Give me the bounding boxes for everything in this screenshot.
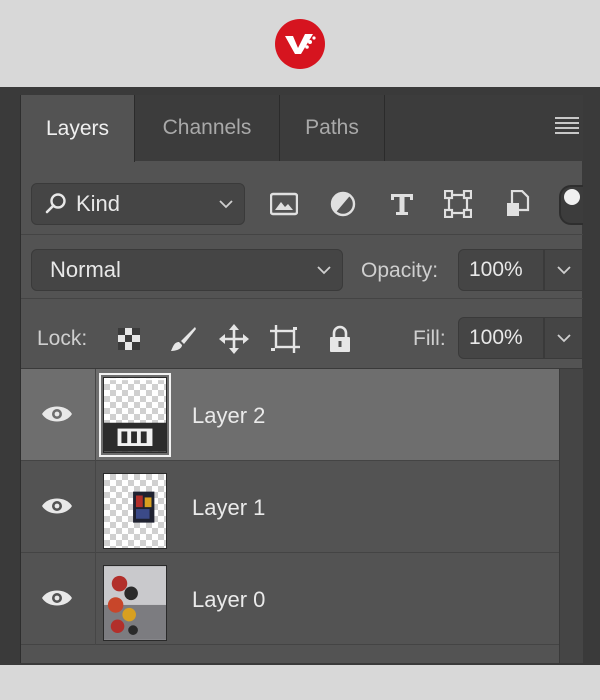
brand-logo-mark-icon [285, 34, 316, 54]
row-divider [95, 553, 96, 645]
layer-thumbnail [99, 373, 171, 457]
layer-1-thumbnail-image [133, 491, 155, 523]
tab-paths[interactable]: Paths [280, 95, 385, 161]
visibility-eye-icon[interactable] [41, 495, 73, 517]
blend-mode-bar: Normal Opacity: 100% [21, 235, 583, 299]
lock-image-pixels-icon [171, 327, 196, 351]
adjustment-filter-icon [330, 191, 356, 217]
row-divider [95, 461, 96, 553]
lock-all-icon [330, 325, 350, 352]
lock-label: Lock: [37, 327, 88, 350]
layer-row-layer-2[interactable]: Layer 2 [21, 369, 559, 461]
lock-all-button[interactable] [324, 323, 356, 355]
screenshot-canvas: Layers Channels Paths Kind Normal Opacit… [0, 0, 600, 700]
opacity-input[interactable]: 100% [458, 249, 544, 291]
lock-artboard-button[interactable] [269, 323, 301, 355]
layer-2-thumbnail-image [104, 378, 166, 452]
toggle-knob [564, 189, 580, 205]
layer-thumbnail [103, 565, 167, 641]
type-filter-button[interactable] [387, 189, 417, 219]
fill-input[interactable]: 100% [458, 317, 544, 359]
layer-name[interactable]: Layer 1 [192, 495, 265, 521]
lock-transparent-pixels-icon [118, 328, 140, 350]
shape-filter-button[interactable] [443, 189, 473, 219]
smart-object-filter-icon [507, 190, 530, 216]
row-divider [95, 369, 96, 461]
layers-scrollbar[interactable] [559, 369, 583, 663]
visibility-eye-icon[interactable] [41, 403, 73, 425]
lock-bar: Lock: Fill: 100% [21, 299, 583, 369]
blend-mode-value: Normal [50, 257, 121, 282]
opacity-dropdown-button[interactable] [544, 249, 583, 291]
chevron-down-icon [219, 200, 233, 209]
layers-panel: Layers Channels Paths Kind Normal Opacit… [20, 95, 583, 663]
smart-object-filter-button[interactable] [503, 189, 533, 219]
layer-name[interactable]: Layer 0 [192, 587, 265, 613]
lock-image-pixels-button[interactable] [167, 323, 199, 355]
lock-position-button[interactable] [218, 323, 250, 355]
blend-mode-select[interactable]: Normal [31, 249, 343, 291]
image-filter-button[interactable] [269, 189, 299, 219]
layer-name[interactable]: Layer 2 [192, 403, 265, 429]
tab-layers[interactable]: Layers [21, 95, 135, 162]
layer-row-layer-1[interactable]: Layer 1 [21, 461, 559, 553]
adjustment-filter-button[interactable] [328, 189, 358, 219]
layer-0-thumbnail-image [104, 566, 166, 640]
fill-dropdown-button[interactable] [544, 317, 583, 359]
visibility-eye-icon[interactable] [41, 587, 73, 609]
layer-thumbnail [103, 473, 167, 549]
image-filter-icon [270, 192, 298, 216]
lock-artboard-icon [270, 325, 300, 353]
filter-kind-label: Kind [76, 191, 121, 216]
tab-channels[interactable]: Channels [135, 95, 280, 161]
type-filter-icon [391, 194, 413, 215]
brand-logo [275, 19, 325, 69]
lock-transparent-pixels-button[interactable] [113, 323, 145, 355]
search-icon [45, 193, 66, 214]
chevron-down-icon [556, 334, 571, 343]
layers-list: Layer 2 Layer 1 Layer 0 [21, 369, 559, 663]
fill-label: Fill: [413, 327, 446, 350]
lock-position-icon [219, 324, 249, 354]
shape-filter-icon [444, 190, 472, 218]
panel-tabs: Layers Channels Paths [21, 95, 583, 162]
filter-kind-select[interactable]: Kind [31, 183, 245, 225]
filter-toggle-switch[interactable] [559, 185, 583, 225]
panel-menu-icon[interactable] [555, 117, 579, 137]
opacity-label: Opacity: [361, 259, 439, 282]
layer-row-layer-0[interactable]: Layer 0 [21, 553, 559, 645]
chevron-down-icon [556, 266, 571, 275]
chevron-down-icon [317, 266, 331, 275]
layer-filter-bar: Kind [21, 161, 583, 235]
